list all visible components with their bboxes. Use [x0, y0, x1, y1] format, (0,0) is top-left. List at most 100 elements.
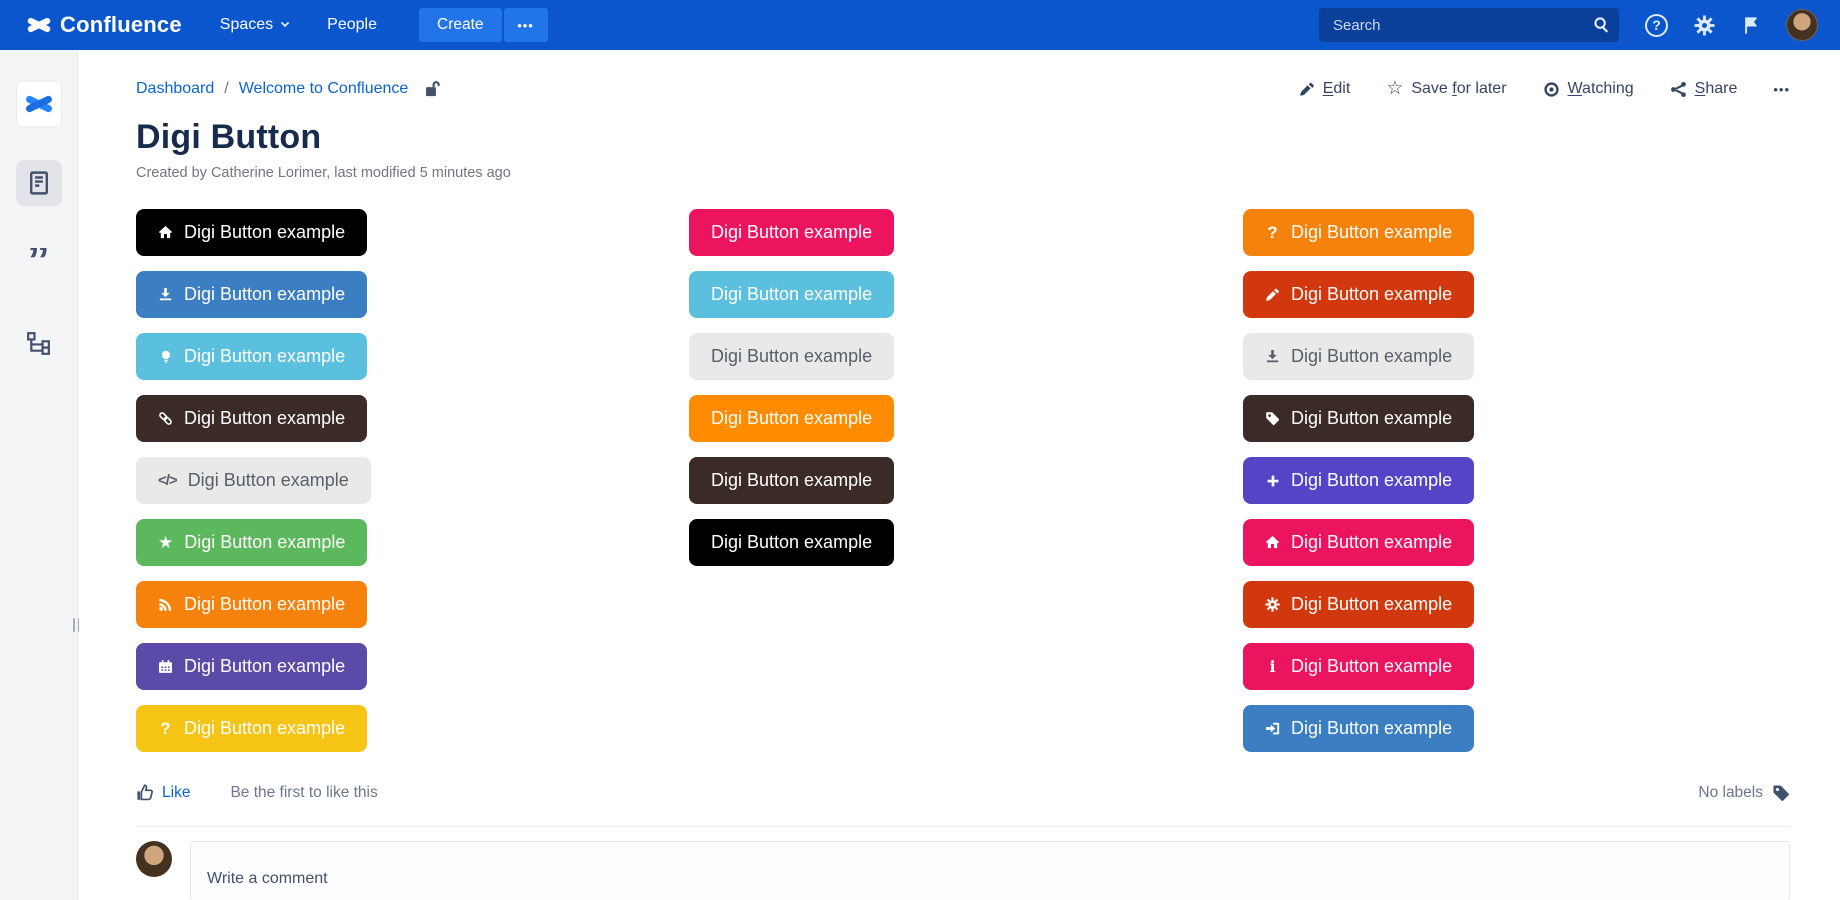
- edit-button[interactable]: Edit: [1299, 80, 1350, 98]
- section-divider: [136, 826, 1790, 827]
- chevron-down-icon: [279, 19, 291, 31]
- digi-button-label: Digi Button example: [184, 594, 346, 614]
- quote-icon: ”: [27, 248, 50, 278]
- digi-button[interactable]: Digi Button example: [689, 457, 895, 504]
- label-tag-icon: [1772, 784, 1790, 802]
- like-button[interactable]: Like: [136, 784, 190, 802]
- digi-button-label: Digi Button example: [184, 222, 346, 242]
- question-icon: ?: [1267, 223, 1278, 242]
- digi-button[interactable]: Digi Button example: [1243, 705, 1475, 752]
- digi-button[interactable]: Digi Button example: [136, 209, 368, 256]
- share-icon: [1670, 81, 1687, 98]
- button-column-1: Digi Button example Digi Button example Di…: [136, 209, 689, 752]
- digi-button[interactable]: ? Digi Button example: [136, 705, 368, 752]
- confluence-logo-icon: [26, 12, 52, 38]
- page-more-button[interactable]: •••: [1773, 82, 1790, 97]
- digi-button[interactable]: Digi Button example: [689, 271, 895, 318]
- digi-button-label: Digi Button example: [1291, 532, 1453, 552]
- labels-text: No labels: [1698, 784, 1763, 801]
- search-input[interactable]: [1319, 8, 1619, 42]
- page-content: Dashboard / Welcome to Confluence Edit ☆…: [79, 50, 1840, 900]
- download-icon: [1265, 349, 1280, 364]
- digi-button-label: Digi Button example: [1291, 656, 1453, 676]
- digi-button-label: Digi Button example: [1291, 594, 1453, 614]
- notifications-button[interactable]: [1741, 16, 1760, 35]
- edit-pencil-icon: [1299, 81, 1315, 97]
- question-icon: ?: [160, 719, 171, 738]
- digi-button[interactable]: Digi Button example: [1243, 333, 1475, 380]
- create-more-button[interactable]: •••: [503, 8, 548, 42]
- social-row: Like Be the first to like this No labels: [136, 784, 1790, 802]
- digi-button[interactable]: Digi Button example: [1243, 395, 1475, 442]
- digi-button[interactable]: Digi Button example: [136, 271, 368, 318]
- digi-button-label: Digi Button example: [711, 222, 873, 242]
- comment-box: [190, 841, 1790, 900]
- digi-button-label: Digi Button example: [187, 470, 349, 490]
- breadcrumb-space-link[interactable]: Welcome to Confluence: [239, 80, 409, 98]
- digi-button[interactable]: Digi Button example: [689, 395, 895, 442]
- digi-button[interactable]: Digi Button example: [1243, 581, 1475, 628]
- digi-button[interactable]: Digi Button example: [136, 395, 368, 442]
- help-button[interactable]: ?: [1645, 13, 1668, 37]
- digi-button[interactable]: </> Digi Button example: [136, 457, 371, 504]
- digi-button[interactable]: ? Digi Button example: [1243, 209, 1475, 256]
- link-icon: [158, 411, 173, 426]
- comment-input[interactable]: [191, 842, 1789, 900]
- share-button[interactable]: Share: [1670, 80, 1737, 98]
- gear-icon: [1265, 597, 1280, 612]
- gear-icon: [1694, 15, 1715, 36]
- digi-button[interactable]: Digi Button example: [1243, 271, 1475, 318]
- digi-button[interactable]: Digi Button example: [689, 519, 895, 566]
- star-outline-icon: ☆: [1386, 78, 1404, 99]
- digi-button-label: Digi Button example: [1291, 346, 1453, 366]
- labels-button[interactable]: No labels: [1698, 784, 1790, 802]
- spaces-menu[interactable]: Spaces: [220, 16, 291, 34]
- top-navbar: Confluence Spaces People Create ••• ?: [0, 0, 1840, 50]
- confluence-home-link[interactable]: Confluence: [26, 12, 182, 38]
- sidebar-item-page-tree[interactable]: [16, 320, 62, 366]
- breadcrumb: Dashboard / Welcome to Confluence: [136, 80, 442, 98]
- digi-button[interactable]: Digi Button example: [136, 643, 368, 690]
- search-icon[interactable]: [1593, 16, 1610, 38]
- product-name: Confluence: [60, 12, 182, 37]
- digi-button-label: Digi Button example: [1291, 408, 1453, 428]
- watching-eye-icon: [1543, 81, 1560, 98]
- sidebar-item-pages[interactable]: [15, 160, 62, 206]
- digi-button[interactable]: Digi Button example: [1243, 519, 1475, 566]
- button-grid: Digi Button example Digi Button example Di…: [136, 209, 1790, 752]
- button-column-3: ? Digi Button example Digi Button example D…: [1243, 209, 1475, 752]
- digi-button[interactable]: ★ Digi Button example: [136, 519, 368, 566]
- save-for-later-button[interactable]: ☆ Save for later: [1386, 78, 1506, 99]
- sidebar-item-blog[interactable]: ”: [16, 240, 62, 286]
- digi-button[interactable]: Digi Button example: [689, 209, 895, 256]
- search-container: [1319, 8, 1619, 42]
- confluence-app: Confluence Spaces People Create ••• ?: [0, 0, 1840, 900]
- digi-button[interactable]: i Digi Button example: [1243, 643, 1475, 690]
- plus-icon: [1265, 474, 1280, 488]
- space-logo-icon: [24, 89, 54, 119]
- digi-button-label: Digi Button example: [184, 408, 346, 428]
- home-icon: [158, 225, 173, 240]
- digi-button-label: Digi Button example: [711, 284, 873, 304]
- people-label: People: [327, 16, 377, 33]
- settings-button[interactable]: [1694, 15, 1715, 36]
- breadcrumb-dashboard-link[interactable]: Dashboard: [136, 80, 214, 98]
- digi-button[interactable]: Digi Button example: [1243, 457, 1475, 504]
- people-menu[interactable]: People: [327, 16, 377, 34]
- create-button[interactable]: Create: [419, 8, 502, 42]
- like-hint: Be the first to like this: [230, 784, 378, 801]
- digi-button[interactable]: Digi Button example: [689, 333, 895, 380]
- digi-button-label: Digi Button example: [1291, 222, 1453, 242]
- digi-button-label: Digi Button example: [184, 284, 346, 304]
- digi-button[interactable]: Digi Button example: [136, 581, 368, 628]
- space-logo[interactable]: [16, 82, 61, 126]
- spaces-label: Spaces: [219, 16, 274, 33]
- digi-button-label: Digi Button example: [1291, 470, 1453, 490]
- star-icon: ★: [158, 533, 174, 552]
- home-icon: [1265, 535, 1280, 550]
- digi-button[interactable]: Digi Button example: [136, 333, 368, 380]
- unlock-icon[interactable]: [424, 80, 442, 98]
- watching-button[interactable]: Watching: [1543, 80, 1634, 98]
- user-avatar[interactable]: [1786, 9, 1818, 41]
- signin-icon: [1265, 721, 1280, 736]
